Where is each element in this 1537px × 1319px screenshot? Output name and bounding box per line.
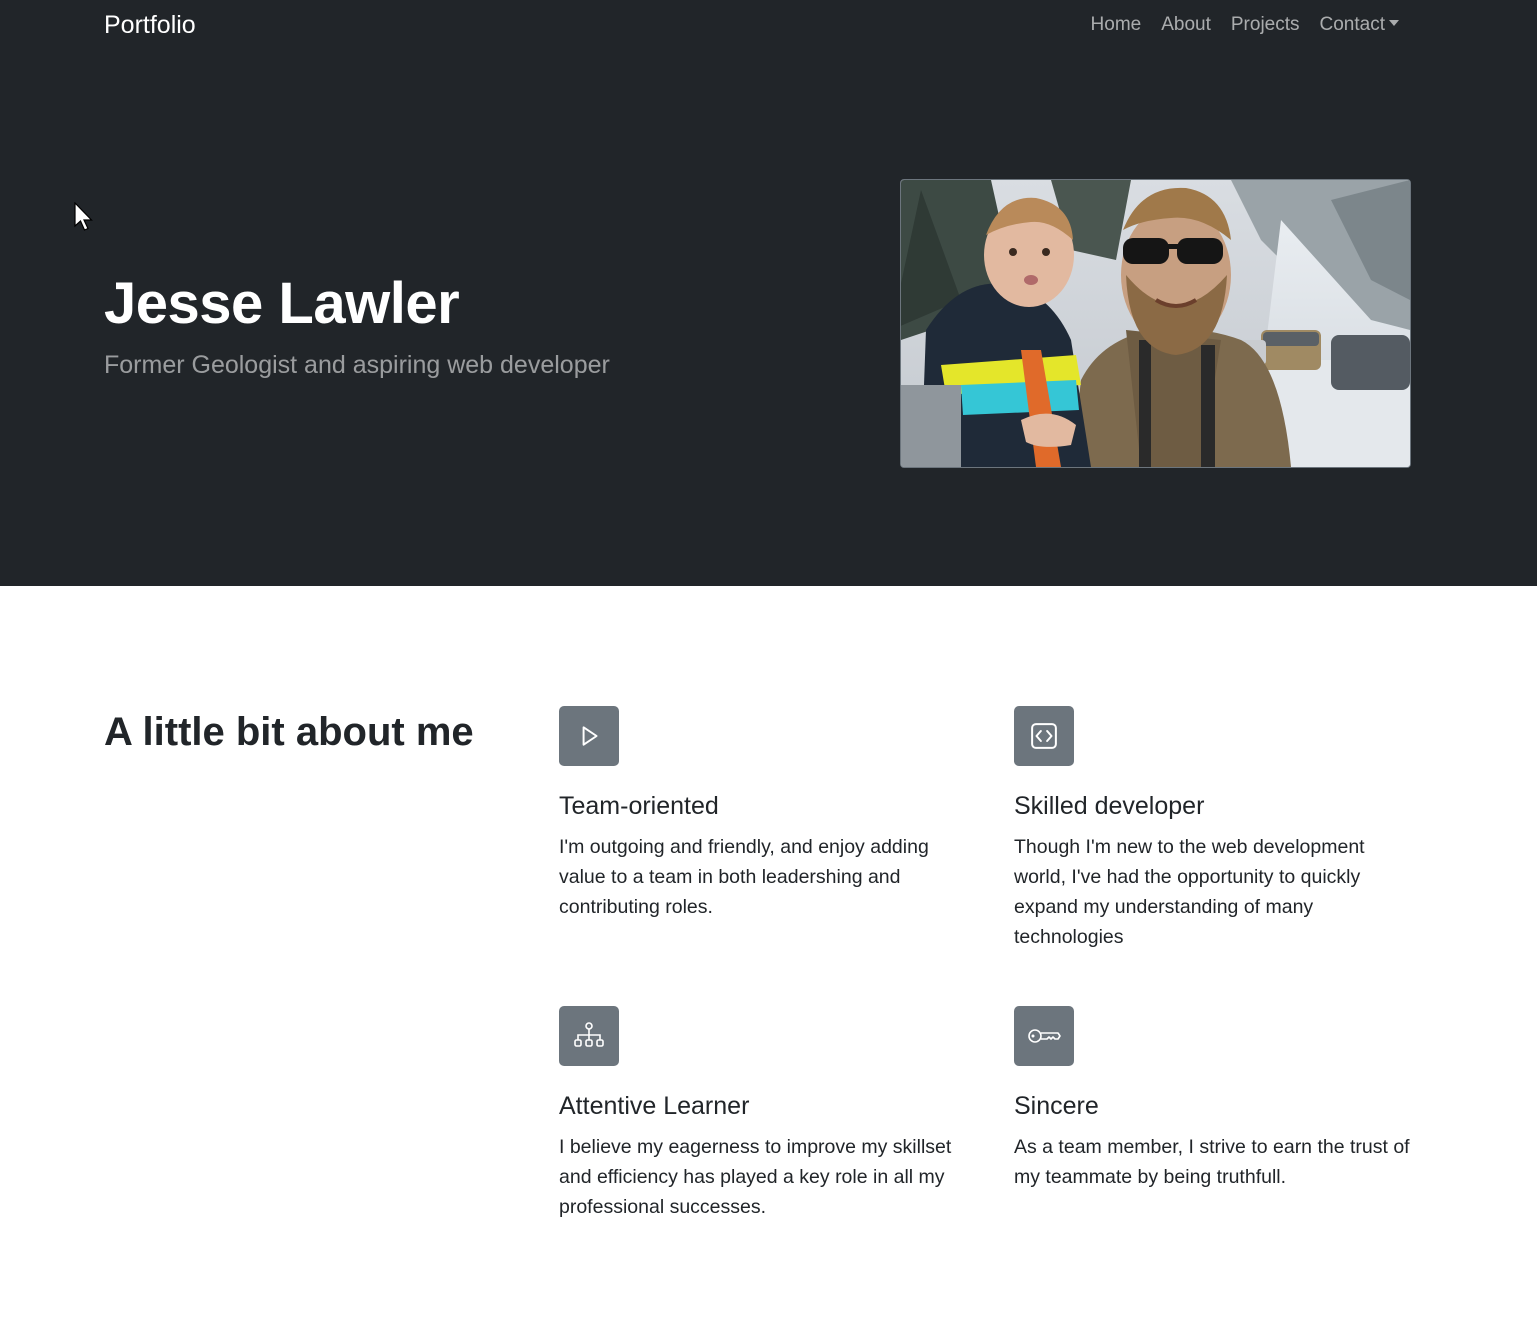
feature-text: I believe my eagerness to improve my ski… xyxy=(559,1136,952,1218)
nav-link-projects[interactable]: Projects xyxy=(1231,11,1300,39)
feature-attentive-learner: Attentive Learner I believe my eagerness… xyxy=(559,1006,959,1222)
nav-link-contact-label: Contact xyxy=(1319,14,1385,35)
hero-section: Portfolio Home About Projects Contact Je… xyxy=(0,0,1537,586)
network-icon xyxy=(559,1006,619,1066)
nav-dropdown-contact[interactable]: Contact xyxy=(1320,11,1399,39)
feature-title: Team-oriented xyxy=(559,792,719,820)
nav-link-about-label: About xyxy=(1161,14,1211,35)
feature-text: Though I'm new to the web development wo… xyxy=(1014,836,1365,948)
nav-link-projects-label: Projects xyxy=(1230,14,1300,35)
hero-tagline: Former Geologist and aspiring web develo… xyxy=(104,351,610,379)
feature-text: As a team member, I strive to earn the t… xyxy=(1014,1136,1410,1188)
mouse-cursor-icon xyxy=(74,202,93,231)
about-heading: A little bit about me xyxy=(104,710,474,754)
profile-photo xyxy=(900,179,1411,468)
nav-link-home-label: Home xyxy=(1090,14,1142,35)
play-icon xyxy=(559,706,619,766)
navbar-brand[interactable]: Portfolio xyxy=(104,9,196,41)
feature-sincere: Sincere As a team member, I strive to ea… xyxy=(1014,1006,1414,1192)
hero-name: Jesse Lawler xyxy=(104,271,460,336)
key-icon xyxy=(1014,1006,1074,1066)
feature-skilled-developer: Skilled developer Though I'm new to the … xyxy=(1014,706,1414,952)
feature-title: Skilled developer xyxy=(1014,792,1205,820)
navbar-nav: Home About Projects Contact xyxy=(1091,11,1399,39)
code-icon xyxy=(1014,706,1074,766)
caret-down-icon xyxy=(1389,20,1399,26)
feature-text: I'm outgoing and friendly, and enjoy add… xyxy=(559,836,929,918)
feature-title: Attentive Learner xyxy=(559,1092,750,1120)
nav-link-home[interactable]: Home xyxy=(1091,11,1142,39)
feature-title: Sincere xyxy=(1014,1092,1099,1120)
nav-link-about[interactable]: About xyxy=(1161,11,1211,39)
feature-team-oriented: Team-oriented I'm outgoing and friendly,… xyxy=(559,706,959,922)
